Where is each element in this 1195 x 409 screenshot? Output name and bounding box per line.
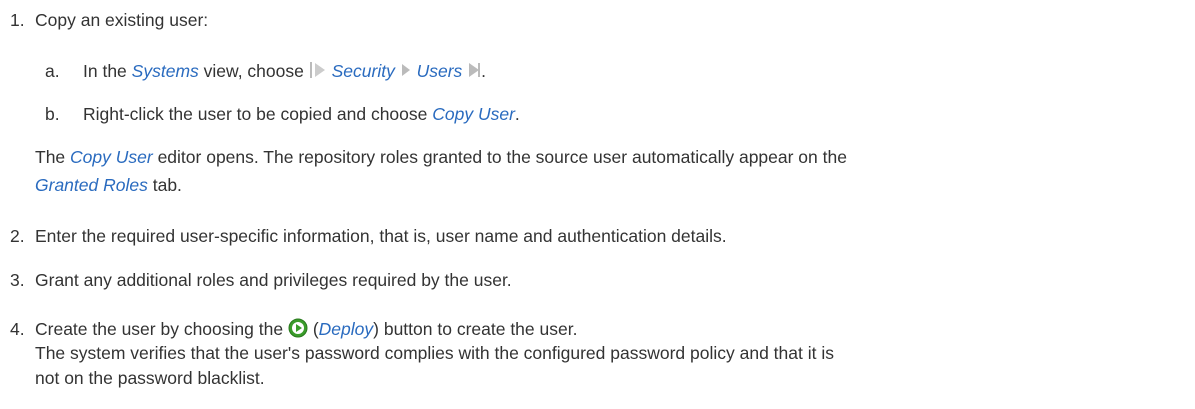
text-segment: The — [35, 147, 66, 167]
granted-roles-link[interactable]: Granted Roles — [35, 175, 148, 195]
period: . — [481, 61, 487, 82]
copy-user-editor-link[interactable]: Copy User — [70, 147, 153, 167]
text-segment: Right-click the user to be copied and ch… — [83, 104, 428, 124]
text-segment: tab. — [152, 175, 182, 195]
nav-start-icon — [309, 60, 327, 85]
step-number: 2. — [10, 226, 25, 246]
nav-end-icon — [467, 61, 481, 84]
editor-note-text: The Copy User editor opens. The reposito… — [35, 146, 847, 168]
step-text: Copy an existing user: — [35, 10, 209, 30]
substep-letter: b. — [45, 104, 60, 124]
chevron-right-icon — [400, 61, 412, 84]
step-number: 1. — [10, 10, 25, 30]
step-text: Enter the required user-specific informa… — [35, 226, 727, 246]
period: . — [514, 104, 520, 124]
text-segment: In the — [83, 61, 127, 82]
step-number: 3. — [10, 270, 25, 290]
step-4-text: Create the user by choosing the (Deploy)… — [35, 318, 577, 343]
systems-view-link[interactable]: Systems — [132, 61, 199, 81]
substep-b-text: Right-click the user to be copied and ch… — [83, 103, 520, 125]
security-link[interactable]: Security — [332, 61, 395, 81]
step-number: 4. — [10, 319, 25, 339]
editor-note-text-2: Granted Roles tab. — [35, 174, 182, 196]
copy-user-link[interactable]: Copy User — [432, 104, 515, 124]
text-segment: editor opens. The repository roles grant… — [157, 147, 847, 167]
substep-a-text: In the Systems view, choose Security Use… — [83, 60, 486, 85]
substep-letter: a. — [45, 61, 60, 81]
deploy-label: Deploy — [318, 319, 374, 340]
step-4-note-text: The system verifies that the user's pass… — [35, 343, 834, 363]
text-segment: button to create the user. — [383, 319, 578, 340]
step-4-note-text: not on the password blacklist. — [35, 368, 265, 388]
users-link[interactable]: Users — [417, 61, 463, 81]
procedure-page: 1. Copy an existing user: a. In the Syst… — [0, 0, 1195, 409]
step-text: Grant any additional roles and privilege… — [35, 270, 512, 290]
text-segment: view, choose — [203, 61, 304, 82]
deploy-icon[interactable] — [288, 318, 308, 343]
text-segment: Create the user by choosing the — [35, 319, 284, 340]
